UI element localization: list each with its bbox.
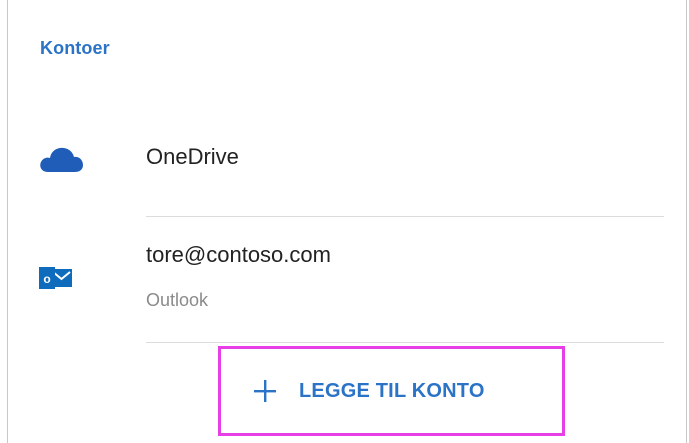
account-item-onedrive[interactable]: OneDrive <box>0 120 686 215</box>
add-account-label: LEGGE TIL KONTO <box>299 379 485 402</box>
plus-icon <box>254 380 276 402</box>
divider <box>146 216 664 217</box>
account-service: Outlook <box>146 290 209 310</box>
onedrive-cloud-icon <box>40 147 83 172</box>
account-name: tore@contoso.com <box>146 242 331 267</box>
add-account-content: LEGGE TIL KONTO <box>253 379 485 403</box>
account-item-outlook[interactable]: o tore@contoso.com Outlook <box>0 218 686 340</box>
add-account-button[interactable]: LEGGE TIL KONTO <box>218 346 565 436</box>
divider <box>146 342 664 343</box>
section-title: Kontoer <box>40 38 110 58</box>
panel-border-right <box>686 0 687 443</box>
accounts-panel: Kontoer OneDrive o tore@contoso.com Outl… <box>0 0 689 443</box>
outlook-icon: o <box>39 267 72 289</box>
account-name: OneDrive <box>146 144 239 169</box>
svg-text:o: o <box>43 272 50 286</box>
